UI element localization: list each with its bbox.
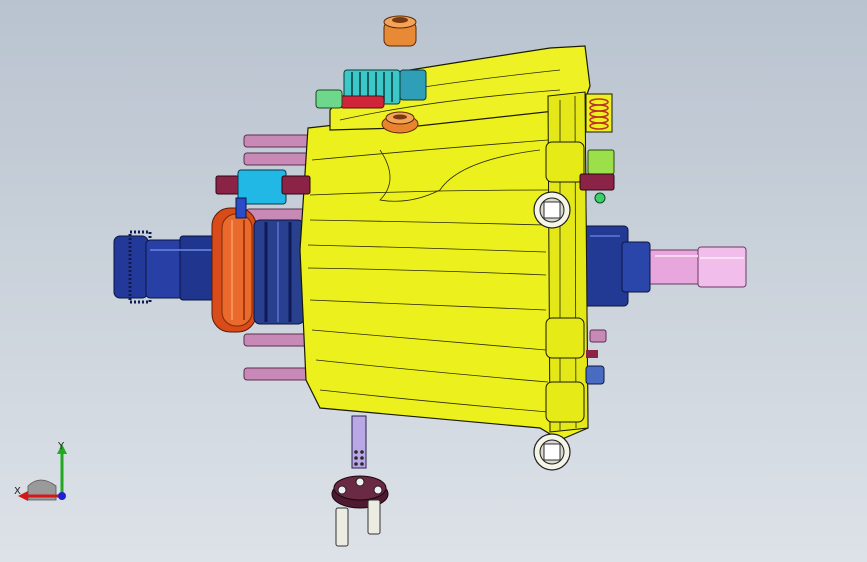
x-axis-label: X (14, 486, 21, 497)
housing-bolt-upper[interactable] (533, 191, 571, 229)
input-hub[interactable] (113, 230, 225, 304)
sensor-shaft[interactable] (351, 415, 367, 469)
housing-bolt-lower[interactable] (533, 433, 571, 471)
coordinate-triad (18, 444, 67, 501)
breather-cap-top[interactable] (383, 15, 417, 47)
detent-spring[interactable] (585, 93, 613, 133)
cad-model[interactable] (0, 0, 867, 562)
drain-fitting[interactable] (585, 350, 605, 385)
y-axis-label: Y (58, 441, 65, 452)
input-flange[interactable] (211, 207, 257, 333)
green-fitting[interactable] (315, 89, 343, 109)
z-axis-dot-icon (58, 492, 66, 500)
output-bearing-hub[interactable] (581, 225, 651, 307)
connector-plug[interactable] (331, 475, 389, 547)
output-shaft[interactable] (639, 246, 747, 288)
graphics-viewport[interactable]: Y X (0, 0, 867, 562)
seal-pack[interactable] (253, 219, 305, 325)
breather-cap-lower[interactable] (381, 111, 419, 134)
